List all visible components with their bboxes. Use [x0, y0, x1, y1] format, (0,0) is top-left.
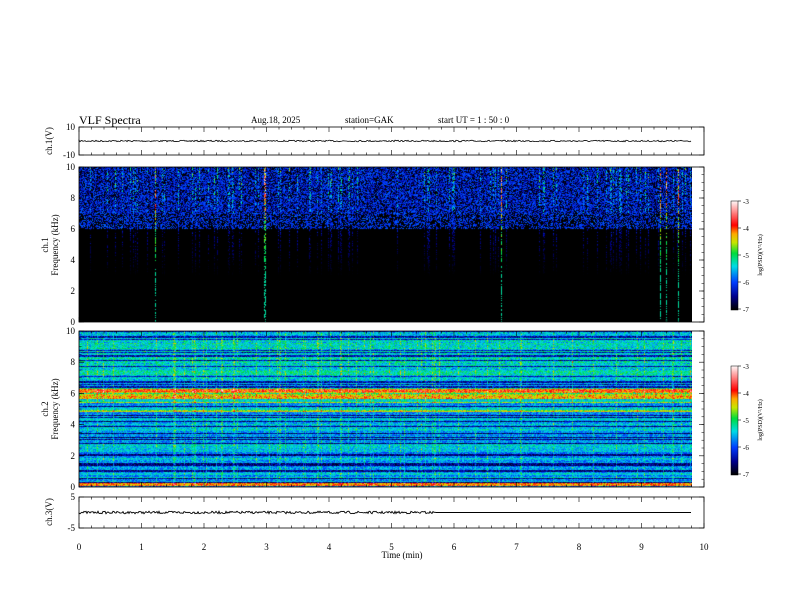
x-tick-label: 10: [700, 542, 710, 552]
ch2-spec-ylabel-2: Frequency (kHz): [50, 378, 60, 439]
colorbar-tick-label: -4: [743, 390, 749, 398]
x-tick-label: 1: [139, 542, 144, 552]
colorbar-tick-label: -7: [743, 471, 749, 479]
ch1-spec-ylabel-1: ch.1: [40, 237, 50, 252]
y-tick-label: 4: [71, 420, 76, 430]
ch1-voltage-trace: [78, 139, 692, 143]
start-time-label: start UT = 1 : 50 : 0: [438, 115, 510, 125]
colorbar-tick-label: -4: [743, 225, 749, 233]
date-label: Aug.18, 2025: [251, 115, 301, 125]
y-tick-label: 2: [71, 286, 76, 296]
x-axis-label: Time (min): [382, 550, 423, 560]
ch3-voltage-ylabel: ch.3(V): [44, 498, 54, 526]
x-tick-label: 7: [514, 542, 519, 552]
panel-frame: [78, 166, 705, 323]
colorbar-tick-label: -3: [743, 198, 749, 206]
colorbar-frame: [730, 200, 739, 311]
y-tick-label: -10: [63, 150, 75, 160]
colorbar-tick-label: -6: [743, 279, 749, 287]
axes-layer: VLF Spectra Aug.18, 2025 station=GAK sta…: [40, 113, 764, 560]
y-tick-label: 10: [66, 326, 76, 336]
colorbar-tick-label: -5: [743, 252, 749, 260]
ch3-voltage-trace: [78, 510, 691, 515]
y-tick-label: 10: [66, 162, 76, 172]
y-tick-label: 0: [71, 482, 76, 492]
ch2-spec-ylabel-1: ch.2: [40, 401, 50, 416]
y-tick-label: 6: [71, 388, 76, 398]
y-tick-label: 10: [66, 122, 76, 132]
y-tick-label: 4: [71, 255, 76, 265]
x-tick-label: 2: [202, 542, 207, 552]
y-tick-label: 2: [71, 451, 76, 461]
colorbar-tick-label: -3: [743, 363, 749, 371]
y-tick-label: 5: [71, 492, 76, 502]
colorbar-tick-label: -5: [743, 417, 749, 425]
x-tick-label: 8: [577, 542, 582, 552]
station-label: station=GAK: [345, 115, 394, 125]
x-tick-label: 3: [264, 542, 269, 552]
y-tick-label: -5: [68, 523, 76, 533]
vlf-spectra-figure: VLF Spectra Aug.18, 2025 station=GAK sta…: [0, 0, 792, 612]
x-tick-label: 6: [452, 542, 457, 552]
x-tick-label: 4: [327, 542, 332, 552]
ch1-colorbar-label: log(PSD)(V²/Hz): [757, 234, 764, 275]
panel-frame: [78, 330, 705, 488]
colorbar-tick-label: -7: [743, 306, 749, 314]
colorbar-frame: [730, 365, 739, 476]
figure-title: VLF Spectra: [79, 113, 141, 127]
x-tick-label: 9: [639, 542, 644, 552]
ch1-spec-ylabel-2: Frequency (kHz): [50, 214, 60, 275]
ch2-colorbar-label: log(PSD)(V²/Hz): [757, 399, 764, 440]
y-tick-label: 6: [71, 224, 76, 234]
y-tick-label: 8: [71, 193, 76, 203]
y-tick-label: 8: [71, 357, 76, 367]
colorbar-tick-label: -6: [743, 444, 749, 452]
ch1-voltage-ylabel: ch.1(V): [44, 127, 54, 155]
x-tick-label: 0: [77, 542, 82, 552]
x-tick-label: 5: [389, 542, 394, 552]
